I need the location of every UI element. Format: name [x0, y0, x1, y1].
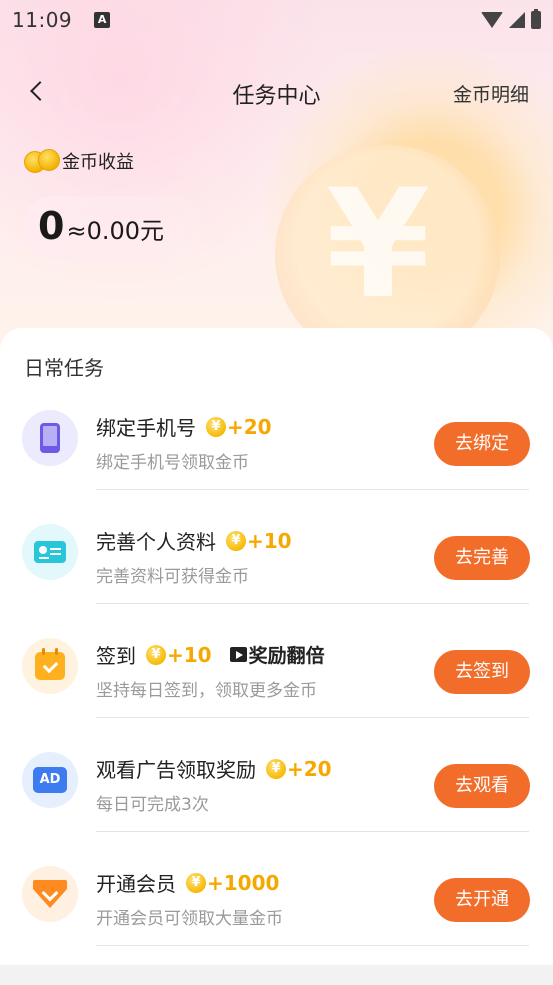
status-time: 11:09: [12, 8, 73, 32]
divider: [96, 603, 529, 604]
calendar-check-icon: [22, 638, 78, 694]
watch-ad-button[interactable]: 去观看: [434, 764, 530, 808]
yen-coin-icon: ¥: [206, 416, 226, 437]
task-name: 开通会员: [96, 872, 176, 896]
earnings-label: 金币收益: [62, 152, 134, 173]
id-card-icon: [22, 524, 78, 580]
task-item-bind-phone: 绑定手机号 ¥ +20 绑定手机号领取金币 去绑定: [0, 398, 553, 512]
yen-coin-icon: ¥: [226, 530, 246, 551]
task-reward: +20: [287, 756, 332, 781]
task-name: 观看广告领取奖励: [96, 758, 256, 782]
task-description: 完善资料可获得金币: [96, 567, 249, 587]
task-name: 绑定手机号: [96, 416, 196, 440]
task-description: 开通会员可领取大量金币: [96, 909, 283, 929]
divider: [96, 489, 529, 490]
status-bar: 11:09 A: [0, 0, 553, 40]
gold-coins-icon: [24, 148, 62, 174]
daily-task-card: 日常任务 绑定手机号 ¥ +20 绑定手机号领取金币 去绑定 完善个人资料 ¥ …: [0, 328, 553, 985]
section-title: 日常任务: [24, 356, 104, 380]
nav-bar: 任务中心 金币明细: [0, 68, 553, 116]
task-reward: +1000: [207, 870, 280, 895]
earnings-amount: 0 ≈0.00元: [22, 196, 202, 258]
bonus-text: 奖励翻倍: [248, 645, 325, 667]
divider: [96, 831, 529, 832]
earnings-header: 金币收益: [24, 148, 134, 174]
yen-watermark-icon: ¥: [325, 158, 431, 332]
task-item-checkin: 签到 ¥ +10 奖励翻倍 坚持每日签到，领取更多金币 去签到: [0, 626, 553, 740]
divider: [96, 717, 529, 718]
divider: [96, 945, 529, 946]
task-name: 完善个人资料: [96, 530, 216, 554]
coin-balance: 0: [38, 204, 65, 248]
phone-icon: [22, 410, 78, 466]
bind-phone-button[interactable]: 去绑定: [434, 422, 530, 466]
task-reward: +10: [247, 528, 292, 553]
ad-tv-icon: AD: [22, 752, 78, 808]
task-reward: +20: [227, 414, 272, 439]
task-item-vip: 开通会员 ¥ +1000 开通会员可领取大量金币 去开通: [0, 854, 553, 968]
complete-profile-button[interactable]: 去完善: [434, 536, 530, 580]
battery-icon: [531, 9, 541, 29]
checkin-button[interactable]: 去签到: [434, 650, 530, 694]
task-item-watch-ad: AD 观看广告领取奖励 ¥ +20 每日可完成3次 去观看: [0, 740, 553, 854]
bottom-strip: [0, 965, 553, 985]
signal-icon: [509, 12, 525, 28]
wifi-icon: [481, 12, 503, 28]
task-name: 签到: [96, 644, 136, 668]
notification-icon: A: [94, 12, 111, 28]
task-item-profile: 完善个人资料 ¥ +10 完善资料可获得金币 去完善: [0, 512, 553, 626]
video-icon: [229, 647, 247, 662]
yen-coin-icon: ¥: [146, 644, 166, 665]
yen-coin-icon: ¥: [266, 758, 286, 779]
task-description: 坚持每日签到，领取更多金币: [96, 681, 317, 701]
task-description: 每日可完成3次: [96, 795, 209, 815]
open-vip-button[interactable]: 去开通: [434, 878, 530, 922]
task-reward: +10: [167, 642, 212, 667]
cash-equivalent: ≈0.00元: [66, 217, 164, 245]
yen-coin-icon: ¥: [186, 872, 206, 893]
task-description: 绑定手机号领取金币: [96, 453, 249, 473]
status-icons: [481, 9, 541, 29]
double-reward-tag: 奖励翻倍: [229, 641, 325, 668]
vip-gem-icon: [22, 866, 78, 922]
coin-detail-link[interactable]: 金币明细: [453, 80, 529, 107]
